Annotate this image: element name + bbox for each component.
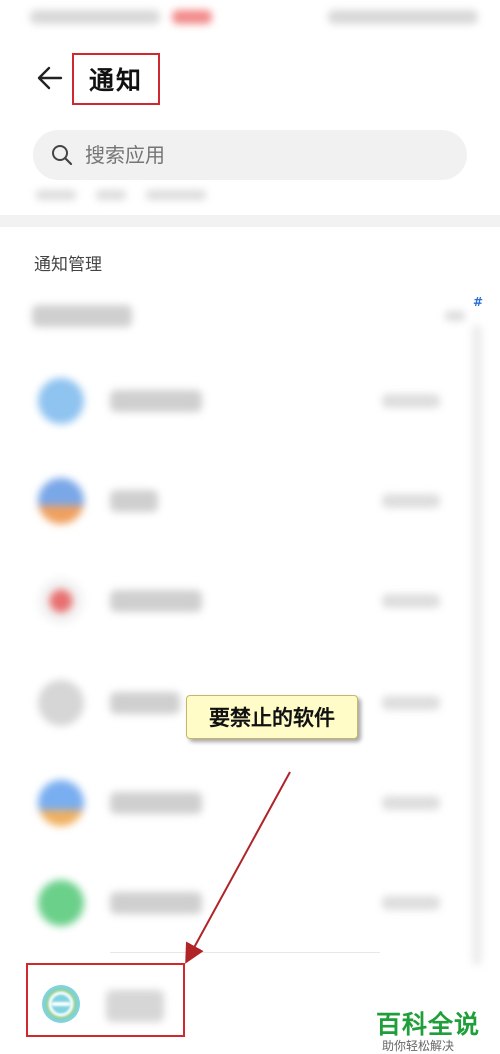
status-bar	[0, 0, 500, 40]
app-notification-status	[382, 796, 440, 810]
app-icon	[38, 578, 84, 624]
app-name	[110, 390, 202, 412]
annotation-callout-text: 要禁止的软件	[209, 706, 335, 730]
watermark-brand: 百科全说	[376, 1010, 481, 1039]
annotation-callout: 要禁止的软件	[186, 695, 358, 739]
list-group-header	[32, 305, 132, 327]
status-time	[30, 10, 160, 24]
app-row[interactable]	[0, 360, 470, 440]
index-hash-label[interactable]: #	[473, 295, 483, 309]
filter-strip	[36, 190, 236, 204]
list-divider	[110, 952, 380, 953]
app-row[interactable]	[0, 862, 470, 942]
app-notification-status	[382, 696, 440, 710]
list-group-header-action	[445, 311, 465, 321]
search-icon	[52, 145, 73, 166]
app-icon	[38, 880, 84, 926]
app-name	[110, 490, 158, 512]
app-notification-status	[382, 394, 440, 408]
watermark-slogan: 助你轻松解决	[382, 1039, 455, 1053]
app-row[interactable]	[0, 762, 470, 842]
search-input[interactable]	[83, 142, 447, 168]
title-highlight-box: 通知	[72, 53, 160, 105]
back-button[interactable]	[32, 58, 68, 98]
status-notification-badge	[172, 10, 212, 24]
app-notification-status	[382, 594, 440, 608]
app-name	[110, 792, 202, 814]
app-icon	[38, 780, 84, 826]
app-icon	[38, 378, 84, 424]
app-notification-status	[382, 494, 440, 508]
page-title: 通知	[88, 66, 143, 95]
watermark-logo: 百科全说 助你轻松解决	[372, 1005, 490, 1053]
app-row[interactable]	[0, 560, 470, 640]
arrow-left-icon	[37, 66, 63, 90]
alphabet-index-bar[interactable]: #	[470, 295, 490, 975]
app-name	[110, 892, 202, 914]
section-divider	[0, 215, 500, 227]
section-title: 通知管理	[34, 255, 102, 275]
target-app-name	[106, 990, 164, 1022]
search-bar[interactable]	[33, 130, 467, 180]
app-row[interactable]	[0, 460, 470, 540]
target-app-icon	[42, 985, 80, 1023]
app-icon	[38, 478, 84, 524]
status-icons	[328, 10, 478, 24]
index-letters[interactable]	[472, 325, 482, 965]
target-app-highlight-box[interactable]	[26, 963, 185, 1037]
app-name	[110, 692, 180, 714]
app-notification-status	[382, 896, 440, 910]
app-icon	[38, 680, 84, 726]
app-name	[110, 590, 202, 612]
